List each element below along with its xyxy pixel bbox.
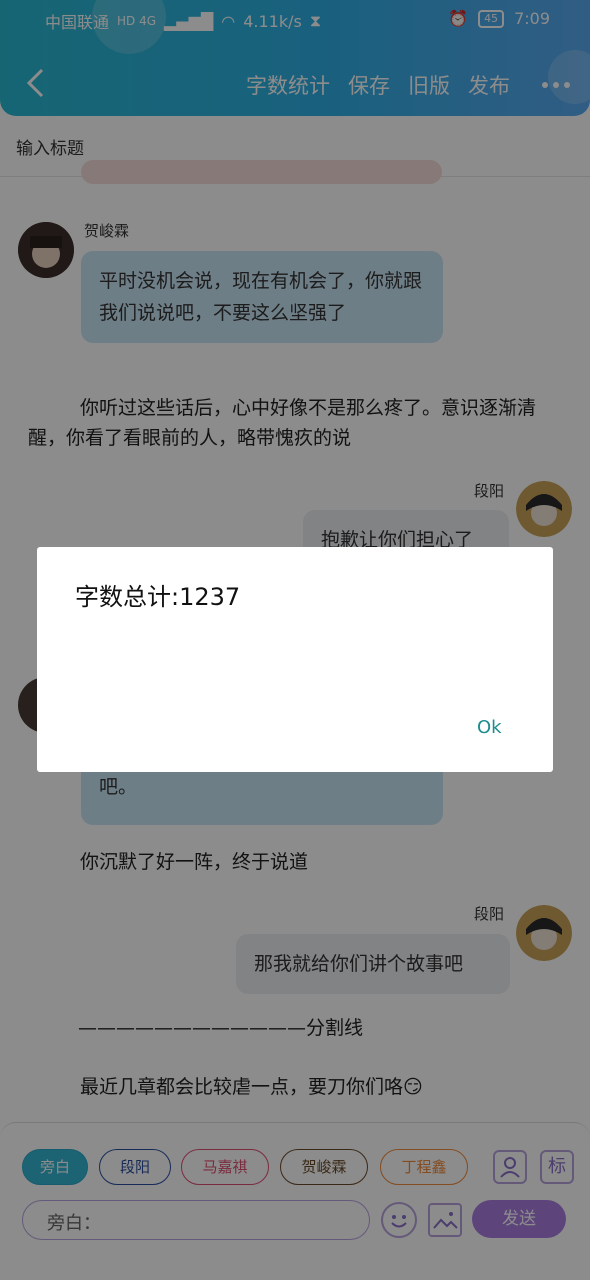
dialog-message: 字数总计:1237	[75, 583, 241, 611]
dialog-ok-button[interactable]: Ok	[477, 717, 502, 738]
word-count-dialog: 字数总计:1237 Ok	[37, 547, 553, 772]
